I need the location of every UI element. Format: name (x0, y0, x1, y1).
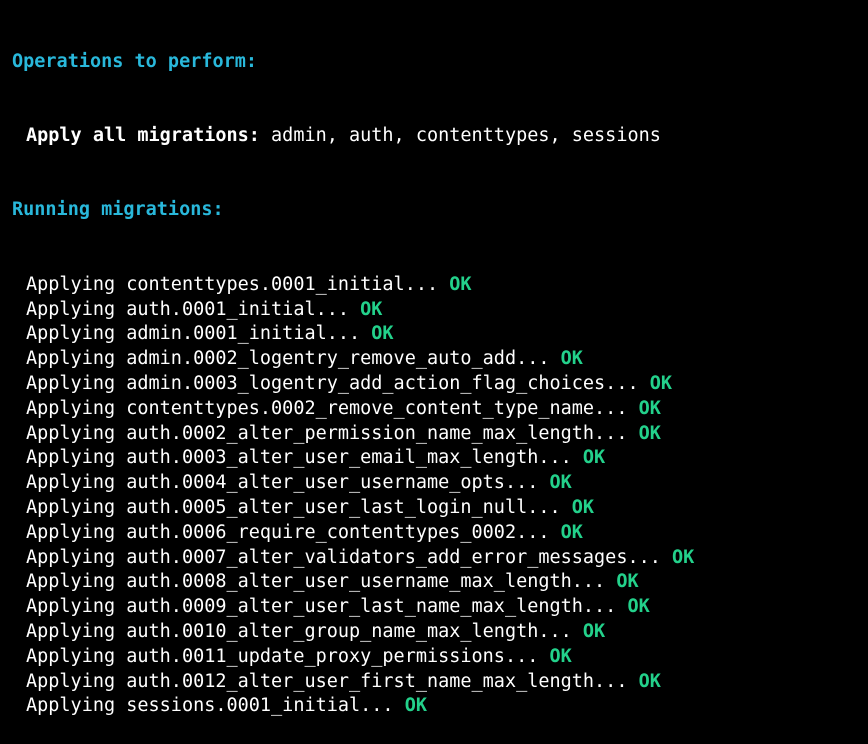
ok-status: OK (571, 496, 595, 518)
migration-name: auth.0006_require_contenttypes_0002... (126, 521, 550, 543)
migration-line: Applying contenttypes.0001_initial... OK (12, 273, 868, 298)
running-heading-line: Running migrations: (12, 198, 868, 223)
migration-name: auth.0002_alter_permission_name_max_leng… (126, 422, 628, 444)
applying-prefix: Applying (26, 546, 127, 568)
applying-prefix: Applying (26, 372, 127, 394)
migration-line: Applying auth.0004_alter_user_username_o… (12, 471, 868, 496)
ok-status: OK (449, 273, 472, 295)
ok-status: OK (582, 447, 606, 469)
migration-line: Applying auth.0005_alter_user_last_login… (12, 496, 868, 521)
operations-heading-line: Operations to perform: (12, 50, 868, 75)
apply-all-apps: admin, auth, contenttypes, sessions (259, 124, 661, 146)
ok-status: OK (404, 695, 427, 717)
migration-line: Applying sessions.0001_initial... OK (12, 694, 868, 719)
migration-name: auth.0001_initial... (126, 298, 350, 320)
apply-all-line: Apply all migrations: admin, auth, conte… (12, 124, 868, 149)
migration-line: Applying admin.0003_logentry_add_action_… (12, 372, 868, 397)
ok-status: OK (638, 422, 661, 444)
migration-line: Applying auth.0012_alter_user_first_name… (12, 670, 868, 695)
migration-line: Applying auth.0007_alter_validators_add_… (12, 546, 868, 571)
applying-prefix: Applying (26, 521, 127, 543)
migration-name: admin.0002_logentry_remove_auto_add... (126, 348, 550, 370)
migration-line: Applying auth.0008_alter_user_username_m… (12, 570, 868, 595)
ok-status: OK (638, 670, 661, 692)
migration-name: admin.0001_initial... (126, 323, 361, 345)
migration-name: sessions.0001_initial... (126, 695, 394, 717)
ok-status: OK (638, 397, 661, 419)
migration-line: Applying auth.0003_alter_user_email_max_… (12, 446, 868, 471)
ok-status: OK (582, 620, 606, 642)
migration-name: auth.0012_alter_user_first_name_max_leng… (126, 670, 628, 692)
applying-prefix: Applying (26, 496, 127, 518)
ok-status: OK (549, 472, 572, 494)
applying-prefix: Applying (26, 571, 127, 593)
ok-status: OK (371, 323, 394, 345)
migration-line: Applying auth.0002_alter_permission_name… (12, 422, 868, 447)
ok-status: OK (560, 348, 583, 370)
applying-prefix: Applying (26, 645, 127, 667)
applying-prefix: Applying (26, 596, 127, 618)
applying-prefix: Applying (26, 695, 127, 717)
running-heading: Running migrations: (12, 199, 224, 221)
ok-status: OK (560, 521, 583, 543)
ok-status: OK (549, 645, 572, 667)
migration-line: Applying auth.0010_alter_group_name_max_… (12, 620, 868, 645)
operations-heading: Operations to perform: (12, 50, 258, 72)
migration-list: Applying contenttypes.0001_initial... OK… (12, 273, 868, 719)
migration-line: Applying auth.0011_update_proxy_permissi… (12, 645, 868, 670)
migration-name: admin.0003_logentry_add_action_flag_choi… (126, 372, 639, 394)
applying-prefix: Applying (26, 422, 127, 444)
applying-prefix: Applying (26, 323, 127, 345)
ok-status: OK (360, 298, 383, 320)
ok-status: OK (672, 546, 695, 568)
applying-prefix: Applying (26, 670, 127, 692)
migration-name: auth.0004_alter_user_username_opts... (126, 472, 539, 494)
ok-status: OK (627, 596, 650, 618)
migration-line: Applying auth.0001_initial... OK (12, 298, 868, 323)
migration-name: auth.0008_alter_user_username_max_length… (126, 571, 606, 593)
migration-name: auth.0009_alter_user_last_name_max_lengt… (126, 596, 617, 618)
migration-line: Applying admin.0001_initial... OK (12, 322, 868, 347)
applying-prefix: Applying (26, 273, 127, 295)
migration-name: auth.0007_alter_validators_add_error_mes… (126, 546, 661, 568)
applying-prefix: Applying (26, 447, 127, 469)
migration-line: Applying admin.0002_logentry_remove_auto… (12, 347, 868, 372)
terminal-output[interactable]: Operations to perform: Apply all migrati… (0, 0, 868, 716)
migration-line: Applying auth.0006_require_contenttypes_… (12, 521, 868, 546)
applying-prefix: Applying (26, 348, 127, 370)
migration-name: contenttypes.0001_initial... (126, 273, 439, 295)
applying-prefix: Applying (26, 620, 127, 642)
migration-line: Applying auth.0009_alter_user_last_name_… (12, 595, 868, 620)
applying-prefix: Applying (26, 298, 127, 320)
migration-line: Applying contenttypes.0002_remove_conten… (12, 397, 868, 422)
migration-name: auth.0003_alter_user_email_max_length... (126, 447, 572, 469)
applying-prefix: Applying (26, 397, 127, 419)
apply-all-label: Apply all migrations: (26, 124, 260, 146)
migration-name: contenttypes.0002_remove_content_type_na… (126, 397, 628, 419)
migration-name: auth.0010_alter_group_name_max_length... (126, 620, 572, 642)
ok-status: OK (649, 372, 673, 394)
migration-name: auth.0011_update_proxy_permissions... (126, 645, 539, 667)
applying-prefix: Applying (26, 472, 127, 494)
migration-name: auth.0005_alter_user_last_login_null... (126, 496, 561, 518)
ok-status: OK (616, 571, 639, 593)
